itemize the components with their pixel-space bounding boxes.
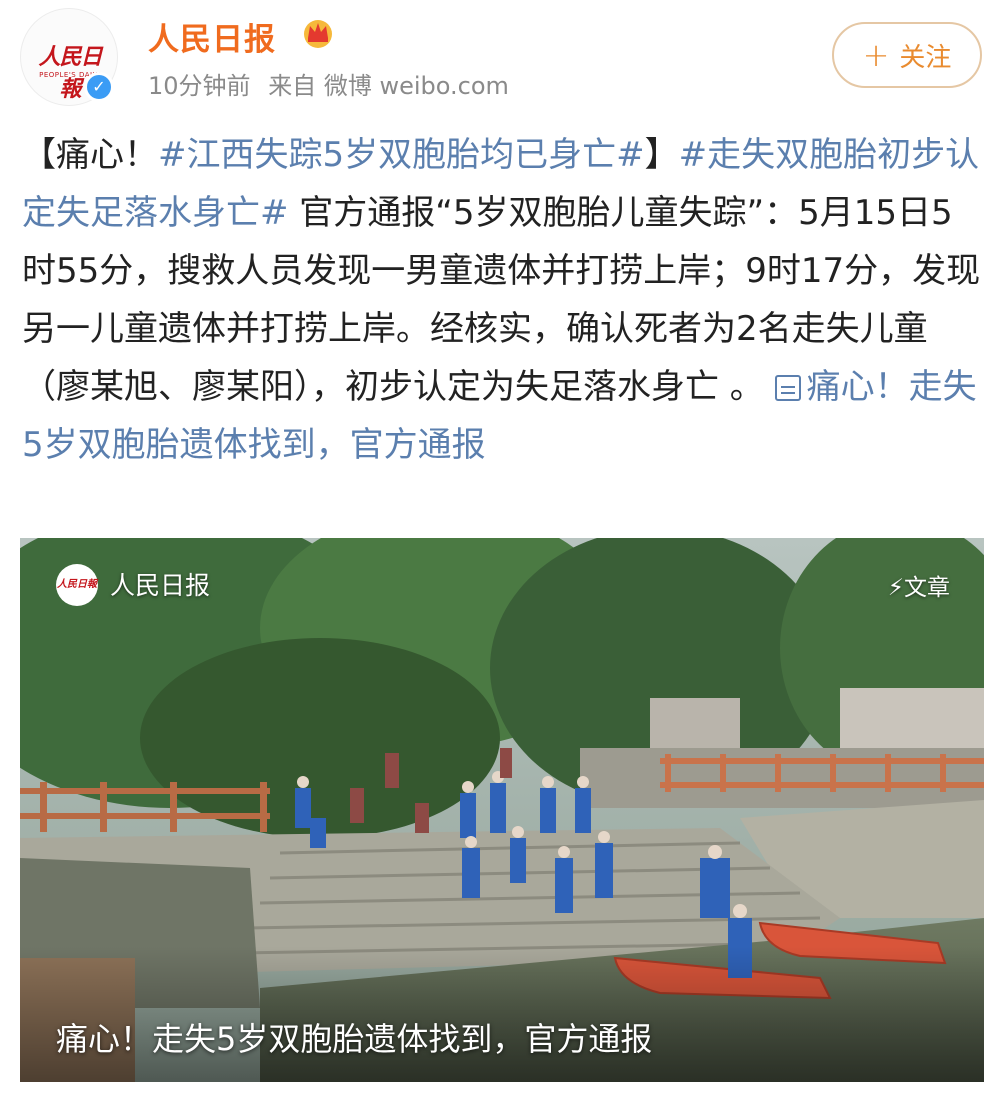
follow-label: 关注 xyxy=(899,42,952,73)
hashtag-link[interactable]: #江西失踪5岁双胞胎均已身亡# xyxy=(158,135,645,175)
post-meta: 10分钟前 来自 微博 weibo.com xyxy=(148,66,519,101)
post-time: 10分钟前 xyxy=(148,72,251,100)
card-caption: 痛心！走失5岁双胞胎遗体找到，官方通报 xyxy=(56,1020,653,1058)
crown-badge-icon xyxy=(304,20,332,48)
post-body: 【痛心！#江西失踪5岁双胞胎均已身亡#】#走失双胞胎初步认定失足落水身亡# 官方… xyxy=(22,126,984,474)
plus-icon: + xyxy=(862,36,890,74)
post-text-segment: 】 xyxy=(644,135,679,175)
card-photo xyxy=(20,538,984,1082)
article-tag: ⚡文章 xyxy=(888,568,950,602)
card-source-logo: 人民日報 xyxy=(56,564,98,606)
article-card[interactable]: 人民日報 人民日报 ⚡文章 痛心！走失5岁双胞胎遗体找到，官方通报 xyxy=(20,538,984,1082)
post-text-segment: 【痛心！ xyxy=(22,135,158,175)
article-tag-label: 文章 xyxy=(904,575,950,601)
account-name[interactable]: 人民日报 xyxy=(148,14,276,59)
article-link-icon xyxy=(774,375,801,401)
verified-badge-icon: ✓ xyxy=(84,72,114,102)
follow-button[interactable]: + 关注 xyxy=(832,22,982,88)
post-source: 来自 微博 weibo.com xyxy=(268,72,509,100)
lightning-icon: ⚡ xyxy=(887,575,904,601)
card-source-name: 人民日报 xyxy=(110,571,211,600)
